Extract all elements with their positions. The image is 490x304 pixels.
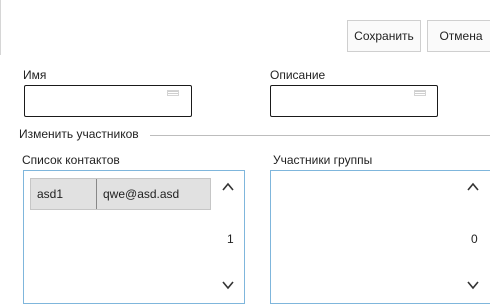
contacts-list[interactable]: asd1 qwe@asd.asd 1 (23, 170, 245, 304)
save-button[interactable]: Сохранить (347, 20, 421, 52)
resize-grip-icon (167, 90, 179, 96)
section-divider (150, 135, 490, 136)
description-field[interactable] (270, 85, 438, 117)
section-title: Изменить участников (19, 127, 142, 141)
contacts-page-number: 1 (227, 232, 234, 246)
toolbar: Сохранить Отмена (0, 0, 490, 55)
chevron-down-icon[interactable] (466, 278, 480, 292)
contacts-list-label: Список контактов (22, 153, 120, 167)
chevron-up-icon[interactable] (466, 180, 480, 194)
members-page-number: 0 (471, 232, 478, 246)
name-label: Имя (23, 68, 47, 82)
list-item[interactable]: asd1 qwe@asd.asd (30, 178, 211, 210)
contact-email-cell: qwe@asd.asd (103, 187, 180, 201)
resize-grip-icon (414, 90, 426, 96)
contact-name-cell: asd1 (31, 179, 97, 209)
chevron-down-icon[interactable] (221, 278, 235, 292)
cancel-button[interactable]: Отмена (427, 20, 490, 52)
members-list[interactable]: 0 (270, 170, 490, 304)
chevron-up-icon[interactable] (221, 180, 235, 194)
description-label: Описание (270, 68, 326, 82)
members-list-label: Участники группы (273, 153, 373, 167)
